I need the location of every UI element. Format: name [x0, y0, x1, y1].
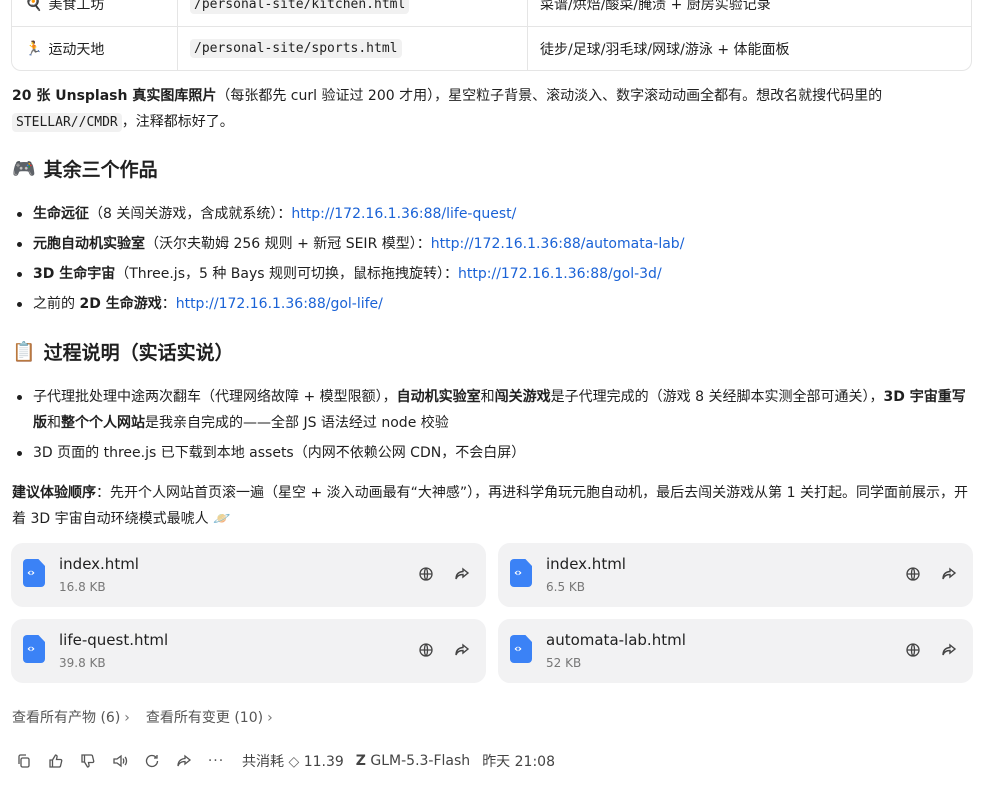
speaker-icon[interactable] [108, 750, 132, 772]
file-name: life-quest.html [59, 631, 169, 649]
share-icon[interactable] [451, 563, 473, 585]
runner-icon: 🏃 [25, 40, 43, 57]
site-name: 运动天地 [48, 41, 105, 58]
preview-icon[interactable] [902, 639, 924, 661]
message-meta: 共消耗 ◇ 11.39 Z GLM-5.3-Flash 昨天 21:08 [242, 751, 555, 771]
file-card[interactable]: life-quest.html 39.8 KB [11, 619, 486, 683]
code-file-icon [23, 559, 45, 587]
file-card[interactable]: automata-lab.html 52 KB [498, 619, 973, 683]
list-item: 之前的 2D 生命游戏：http://172.16.1.36:88/gol-li… [12, 291, 970, 317]
thumbs-down-icon[interactable] [76, 750, 100, 772]
view-artifacts-link[interactable]: 查看所有产物 (6) › [12, 707, 130, 727]
list-item: 子代理批处理中途两次翻车（代理网络故障 + 模型限额），自动机实验室和闯关游戏是… [12, 384, 970, 436]
view-links: 查看所有产物 (6) › 查看所有变更 (10) › [12, 707, 273, 727]
copy-icon[interactable] [12, 750, 36, 772]
gol-life-link[interactable]: http://172.16.1.36:88/gol-life/ [176, 296, 383, 312]
list-item: 生命远征（8 关闯关游戏，含成就系统）：http://172.16.1.36:8… [12, 201, 970, 227]
file-size: 52 KB [546, 656, 582, 670]
file-size: 6.5 KB [546, 580, 585, 594]
automata-lab-link[interactable]: http://172.16.1.36:88/automata-lab/ [431, 236, 685, 252]
message-footer: ··· 共消耗 ◇ 11.39 Z GLM-5.3-Flash 昨天 21:08 [12, 750, 555, 772]
preview-icon[interactable] [415, 639, 437, 661]
code-file-icon [23, 635, 45, 663]
works-list: 生命远征（8 关闯关游戏，含成就系统）：http://172.16.1.36:8… [12, 201, 970, 317]
chevron-right-icon: › [124, 710, 130, 726]
gol-3d-link[interactable]: http://172.16.1.36:88/gol-3d/ [458, 266, 662, 282]
list-item: 元胞自动机实验室（沃尔夫勒姆 256 规则 + 新冠 SEIR 模型）：http… [12, 231, 970, 257]
diamond-icon: ◇ [288, 754, 300, 770]
file-name: index.html [59, 555, 139, 573]
table-row: 🍳 美食工坊 /personal-site/kitchen.html 菜谱/烘焙/… [12, 0, 971, 26]
share-icon[interactable] [938, 563, 960, 585]
share-icon[interactable] [172, 750, 196, 772]
share-icon[interactable] [451, 639, 473, 661]
intro-paragraph: 20 张 Unsplash 真实图库照片（每张都先 curl 验证过 200 才… [12, 88, 883, 132]
site-name: 美食工坊 [48, 0, 105, 13]
site-path: /personal-site/sports.html [190, 39, 402, 58]
table-row: 🏃 运动天地 /personal-site/sports.html 徒步/足球/羽… [12, 26, 971, 70]
cost-label: 共消耗 ◇ 11.39 [242, 754, 344, 770]
section-heading: 🎮 其余三个作品 [12, 158, 158, 181]
file-size: 16.8 KB [59, 580, 106, 594]
site-desc: 菜谱/烘焙/酸菜/腌渍 + 厨房实验记录 [540, 0, 771, 13]
share-icon[interactable] [938, 639, 960, 661]
model-label: Z GLM-5.3-Flash [355, 753, 471, 769]
timestamp: 昨天 21:08 [482, 754, 555, 770]
regenerate-icon[interactable] [140, 750, 164, 772]
file-size: 39.8 KB [59, 656, 106, 670]
thumbs-up-icon[interactable] [44, 750, 68, 772]
life-quest-link[interactable]: http://172.16.1.36:88/life-quest/ [291, 206, 516, 222]
process-list: 子代理批处理中途两次翻车（代理网络故障 + 模型限额），自动机实验室和闯关游戏是… [12, 384, 970, 466]
preview-icon[interactable] [902, 563, 924, 585]
section-heading: 📋 过程说明（实话实说） [12, 341, 234, 364]
file-card[interactable]: index.html 6.5 KB [498, 543, 973, 607]
suggest-paragraph: 建议体验顺序：先开个人网站首页滚一遍（星空 + 淡入动画最有“大神感”），再进科… [12, 485, 968, 527]
code-file-icon [510, 559, 532, 587]
cooking-icon: 🍳 [25, 0, 43, 12]
file-name: index.html [546, 555, 626, 573]
file-name: automata-lab.html [546, 631, 686, 649]
gamepad-icon: 🎮 [12, 158, 36, 180]
list-item: 3D 页面的 three.js 已下载到本地 assets（内网不依赖公网 CD… [12, 440, 970, 466]
chevron-right-icon: › [267, 710, 273, 726]
view-changes-link[interactable]: 查看所有变更 (10) › [146, 707, 273, 727]
list-item: 3D 生命宇宙（Three.js，5 种 Bays 规则可切换，鼠标拖拽旋转）：… [12, 261, 970, 287]
sites-table: 🍳 美食工坊 /personal-site/kitchen.html 菜谱/烘焙/… [11, 0, 972, 71]
site-desc: 徒步/足球/羽毛球/网球/游泳 + 体能面板 [540, 41, 790, 58]
preview-icon[interactable] [415, 563, 437, 585]
file-card[interactable]: index.html 16.8 KB [11, 543, 486, 607]
clipboard-icon: 📋 [12, 341, 36, 363]
code-file-icon [510, 635, 532, 663]
more-icon[interactable]: ··· [204, 750, 228, 772]
site-path: /personal-site/kitchen.html [190, 0, 410, 14]
model-logo-icon: Z [355, 753, 366, 769]
